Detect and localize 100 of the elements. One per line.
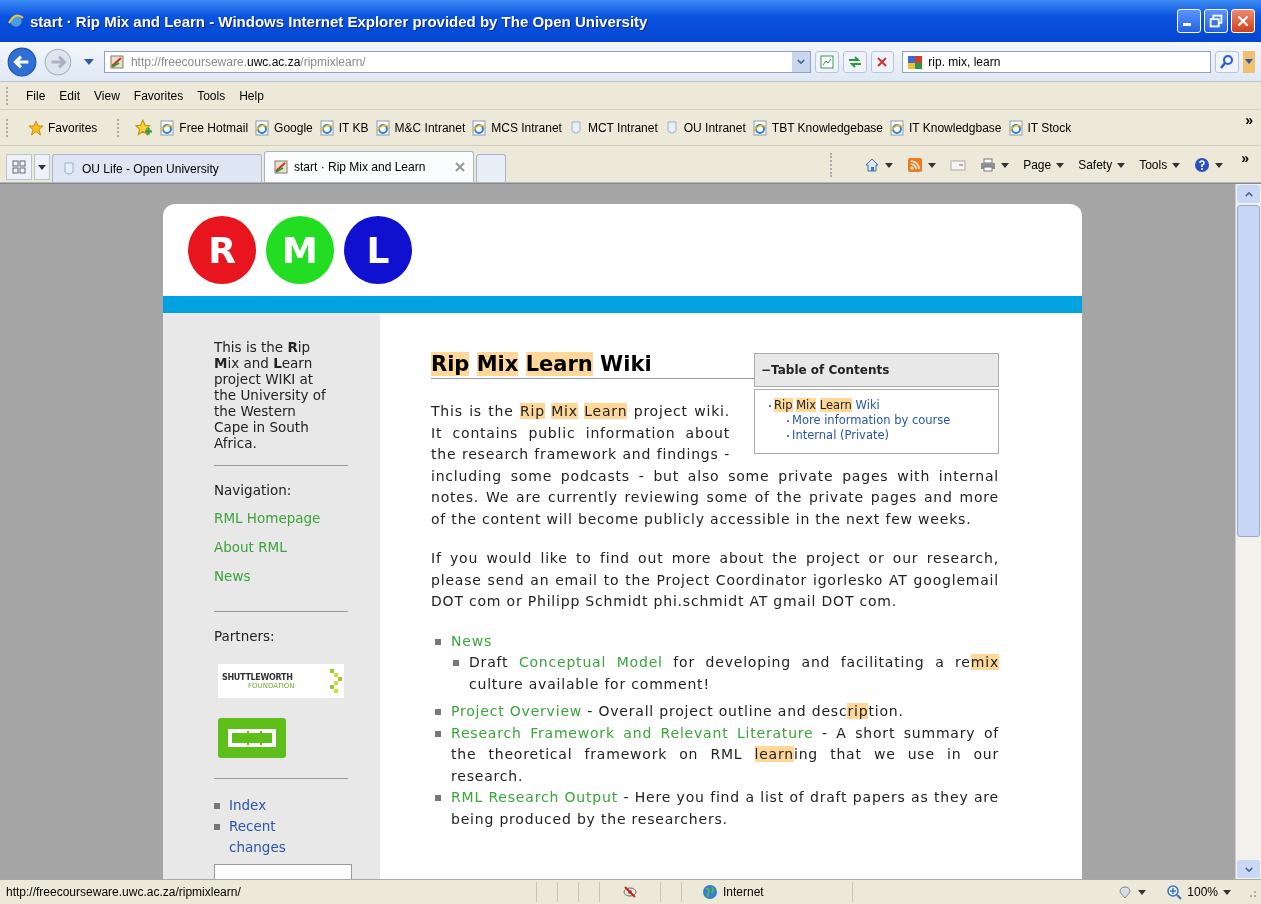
search-options-button[interactable] xyxy=(1243,50,1255,73)
envelope-icon xyxy=(950,157,967,173)
caret-icon xyxy=(1138,889,1147,895)
url-text: http://freecourseware.uwc.ac.za/ripmixlearn/ xyxy=(130,54,367,69)
favorite-link[interactable]: IT KB xyxy=(318,119,369,136)
printer-icon xyxy=(980,157,997,173)
favorites-button[interactable]: Favorites xyxy=(24,117,112,138)
caret-icon xyxy=(1223,889,1231,895)
overflow-chevron[interactable]: » xyxy=(1233,150,1257,166)
caret-icon xyxy=(928,162,937,168)
caret-icon xyxy=(1117,162,1126,168)
caret-icon xyxy=(1245,59,1254,64)
address-field[interactable]: http://freecourseware.uwc.ac.za/ripmixlearn/ xyxy=(103,50,811,73)
menu-item[interactable]: Help xyxy=(233,86,270,105)
chart-page-icon xyxy=(818,53,835,70)
zone-label: Internet xyxy=(723,885,764,899)
bullet-icon xyxy=(453,660,459,666)
toc-title: Table of Contents xyxy=(771,363,890,377)
search-button[interactable] xyxy=(1215,50,1240,73)
tab-list-button[interactable] xyxy=(34,154,50,180)
logo-circle: R xyxy=(188,216,256,284)
paragraph: If you would like to find out more about the project or our research, please send an email to the Project Coordinator igorlesko AT googlemail DOT com or Philipp Schmidt phi.schmidt AT gmail DOT com. xyxy=(431,549,999,611)
restore-icon xyxy=(1207,12,1225,30)
menu-item[interactable]: Edit xyxy=(53,86,87,105)
bullet-icon xyxy=(435,709,441,715)
list-item: Research Framework and Relevant Literature - A short summary of the theoretical framework on RML learn ing that we use in our research. xyxy=(451,723,999,786)
bullet-icon xyxy=(435,730,441,737)
sidebar-link[interactable]: Recent changes xyxy=(229,816,334,858)
toc-entry[interactable]: Internal (Private) xyxy=(792,428,890,443)
grid-icon xyxy=(11,159,27,175)
zoom-icon xyxy=(1166,884,1183,900)
command-menu[interactable]: Page xyxy=(1019,156,1069,174)
refresh-icon xyxy=(846,53,863,70)
status-text: http://freecourseware.uwc.ac.za/ripmixlearn/ xyxy=(6,885,242,899)
web-page-icon xyxy=(159,119,176,136)
close-icon[interactable] xyxy=(455,162,465,172)
favorite-link[interactable]: OU Intranet xyxy=(663,119,746,136)
favorite-link[interactable]: MCS Intranet xyxy=(471,119,562,136)
favorite-link[interactable]: IT Stock xyxy=(1007,119,1072,136)
search-provider-icon xyxy=(907,53,924,70)
caret-icon xyxy=(1172,162,1181,168)
dropdown-button[interactable] xyxy=(792,51,810,72)
favorite-link[interactable]: IT Knowledgbase xyxy=(889,119,1002,136)
menu-item[interactable]: View xyxy=(88,86,126,105)
page-icon xyxy=(108,53,125,70)
privacy-icon xyxy=(622,884,638,900)
minimize-icon xyxy=(1183,23,1191,26)
toc-entry[interactable]: Rip Mix Learn Wiki xyxy=(774,398,880,413)
browser-logo-icon xyxy=(8,13,24,29)
zoom-button[interactable]: 100% xyxy=(1156,884,1241,900)
refresh-button[interactable] xyxy=(842,50,867,73)
shield-icon xyxy=(1117,884,1134,900)
intro-text: This is the Rip Mix and Learn project WIKI at the University of the Western Cape in South Africa. xyxy=(214,339,327,451)
sidebar-heading: Navigation: xyxy=(214,482,292,498)
caret-icon xyxy=(38,164,46,170)
caret-icon xyxy=(1215,162,1224,168)
web-page-icon xyxy=(318,119,335,136)
add-favorite-icon[interactable] xyxy=(135,118,154,137)
sidebar-link[interactable]: Index xyxy=(229,795,267,816)
bullet-icon xyxy=(435,795,441,801)
search-icon xyxy=(1219,53,1236,70)
command-menu[interactable]: Safety xyxy=(1074,156,1130,174)
caret-icon[interactable] xyxy=(84,58,94,65)
web-page-icon xyxy=(889,119,905,136)
scrollbar[interactable] xyxy=(1235,184,1261,879)
stop-button[interactable] xyxy=(870,50,895,73)
browser-tab[interactable]: start · Rip Mix and Learn xyxy=(264,151,474,182)
window-title: start · Rip Mix and Learn - Windows Internet Explorer provided by The Open University xyxy=(30,12,649,30)
menu-item[interactable]: File xyxy=(20,86,52,105)
list-item: Draft Conceptual Model for developing and facilitating a re mix culture available for comment! xyxy=(469,653,999,694)
search-field[interactable]: rip. mix, learn xyxy=(902,50,1212,73)
web-page-icon xyxy=(471,119,488,136)
favorite-link[interactable]: TBT Knowledgebase xyxy=(751,119,883,136)
list-item: RML Research Output - Here you find a list of draft papers as they are being produced by the researchers. xyxy=(451,788,999,829)
browser-tab[interactable]: OU Life - Open University xyxy=(52,154,262,182)
web-page-icon xyxy=(374,119,391,136)
chevron-down-icon xyxy=(1244,866,1253,872)
back-button[interactable] xyxy=(6,45,38,78)
home-icon xyxy=(864,157,881,173)
command-menu[interactable]: Tools xyxy=(1135,156,1185,174)
close-button[interactable] xyxy=(1231,9,1255,33)
favorite-link[interactable]: MCT Intranet xyxy=(567,119,658,136)
menu-item[interactable]: Tools xyxy=(191,86,232,105)
caret-icon xyxy=(1001,162,1010,168)
restore-button[interactable] xyxy=(1204,9,1228,33)
toc-entry[interactable]: More information by course xyxy=(792,413,951,428)
menu-item[interactable]: Favorites xyxy=(127,86,190,105)
overflow-chevron[interactable]: » xyxy=(1237,112,1261,128)
favorite-link[interactable]: M&C Intranet xyxy=(374,119,466,136)
minimize-button[interactable] xyxy=(1177,9,1201,33)
bullet-icon xyxy=(214,803,220,809)
toc-toggle[interactable]: − xyxy=(761,363,772,377)
web-page-icon xyxy=(1007,119,1024,136)
favorite-link[interactable]: Free Hotmail xyxy=(159,119,249,136)
bullet-icon xyxy=(214,824,220,830)
rss-icon xyxy=(907,157,924,173)
favorite-link[interactable]: Google xyxy=(254,119,313,136)
web-page-icon xyxy=(254,119,271,136)
list-item: Project Overview - Overall project outline and description. xyxy=(451,702,905,721)
page-icon xyxy=(273,159,289,175)
